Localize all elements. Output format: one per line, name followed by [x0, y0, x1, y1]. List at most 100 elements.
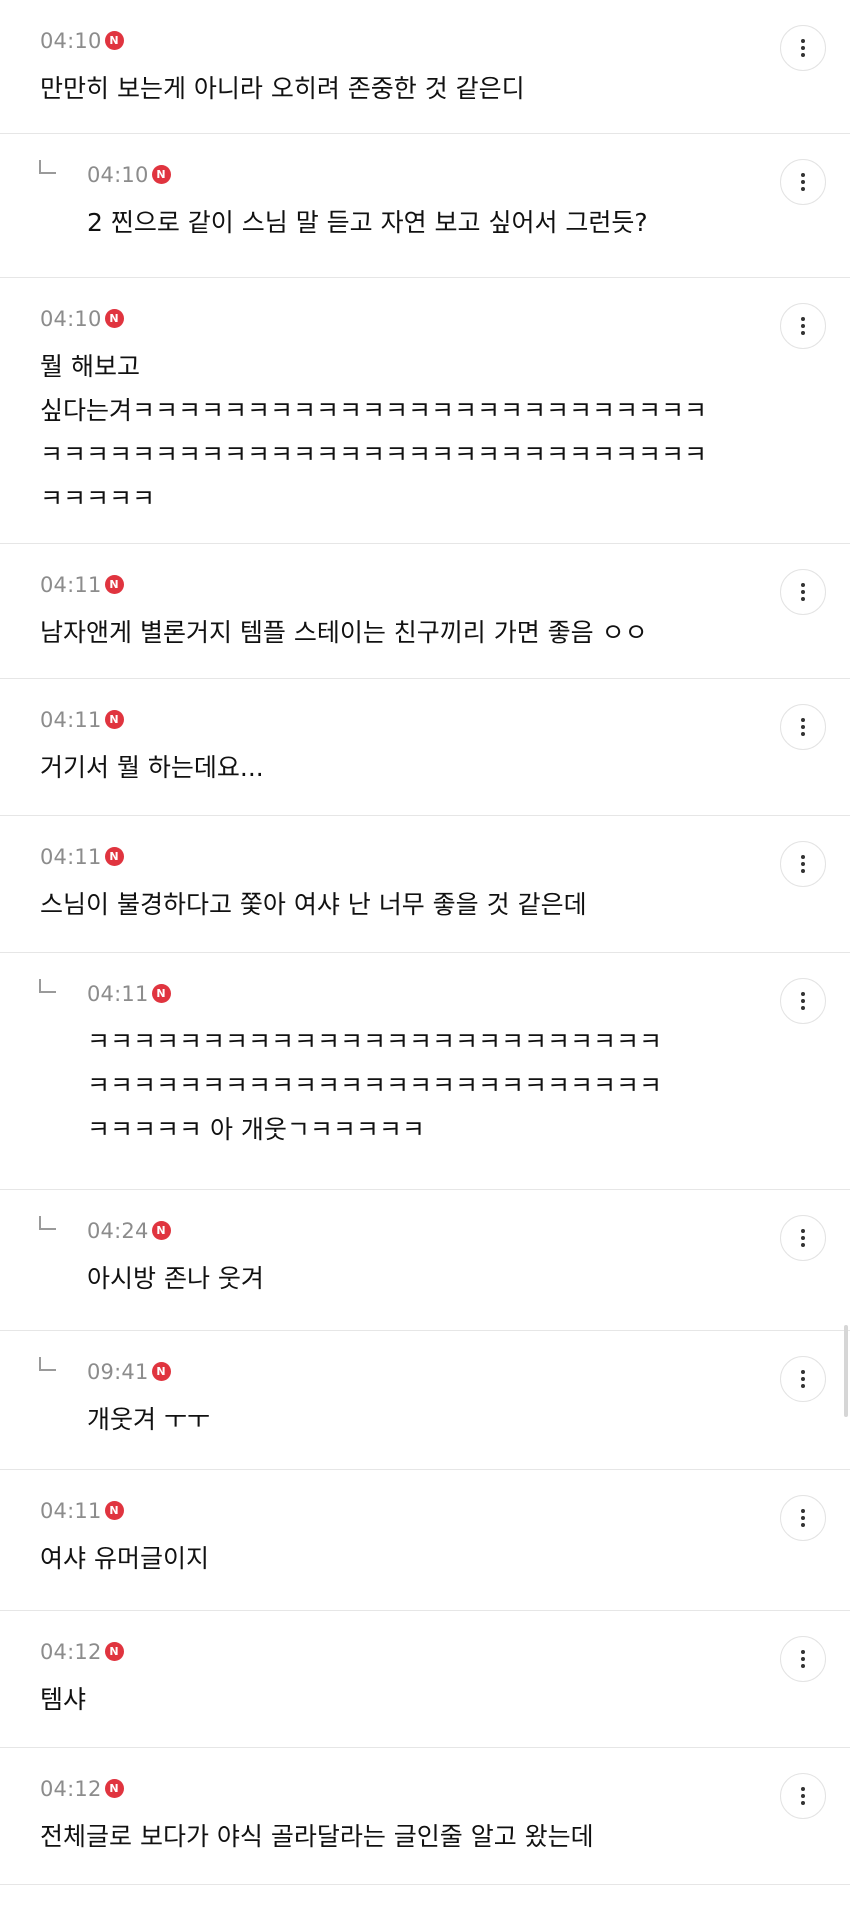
- new-badge: N: [151, 1220, 171, 1240]
- comment-text: ㅋㅋㅋㅋㅋㅋㅋㅋㅋㅋㅋㅋㅋㅋㅋㅋㅋㅋㅋㅋㅋㅋㅋㅋㅋ ㅋㅋㅋㅋㅋㅋㅋㅋㅋㅋㅋㅋㅋㅋ…: [87, 1027, 663, 1144]
- comment-meta: 09:41 N: [87, 1358, 750, 1386]
- comment-time: 04:11: [40, 1499, 102, 1523]
- dot: [801, 1664, 805, 1668]
- more-options-button[interactable]: [780, 1215, 826, 1261]
- dot: [801, 317, 805, 321]
- new-badge: N: [151, 983, 171, 1003]
- comment-meta: 04:10 N: [40, 305, 750, 333]
- dot: [801, 53, 805, 57]
- reply-arrow-icon: [39, 1357, 56, 1371]
- comment: 04:10 N 뭘 해보고 싶다는겨ㅋㅋㅋㅋㅋㅋㅋㅋㅋㅋㅋㅋㅋㅋㅋㅋㅋㅋㅋㅋㅋㅋㅋㅋ…: [0, 278, 850, 544]
- comment-time: 04:10: [40, 29, 102, 53]
- comment-time: 04:11: [40, 708, 102, 732]
- dot: [801, 1377, 805, 1381]
- dot: [801, 180, 805, 184]
- comment-text: 여샤 유머글이지: [40, 1544, 209, 1573]
- dot: [801, 1370, 805, 1374]
- dot: [801, 862, 805, 866]
- reply-comment: 09:41 N 개웃겨 ㅜㅜ: [0, 1331, 850, 1470]
- more-options-button[interactable]: [780, 303, 826, 349]
- more-vertical-icon: [801, 39, 805, 57]
- dot: [801, 725, 805, 729]
- dot: [801, 324, 805, 328]
- dot: [801, 46, 805, 50]
- reply-arrow-icon: [39, 1216, 56, 1230]
- dot: [801, 1801, 805, 1805]
- comment-text: 스님이 불경하다고 쫓아 여샤 난 너무 좋을 것 같은데: [40, 890, 587, 919]
- more-options-button[interactable]: [780, 1356, 826, 1402]
- comment-text: 남자앤게 별론거지 템플 스테이는 친구끼리 가면 좋음 ㅇㅇ: [40, 618, 648, 647]
- dot: [801, 732, 805, 736]
- new-badge: N: [151, 164, 171, 184]
- comment-meta: 04:11 N: [40, 706, 750, 734]
- comment-time: 04:11: [87, 982, 149, 1006]
- comment-meta: 04:12 N: [40, 1638, 750, 1666]
- more-vertical-icon: [801, 718, 805, 736]
- new-badge: N: [151, 1361, 171, 1381]
- more-options-button[interactable]: [780, 25, 826, 71]
- comment: 04:11 N 남자앤게 별론거지 템플 스테이는 친구끼리 가면 좋음 ㅇㅇ: [0, 544, 850, 679]
- comment-time: 04:10: [40, 307, 102, 331]
- dot: [801, 1229, 805, 1233]
- more-options-button[interactable]: [780, 1773, 826, 1819]
- more-vertical-icon: [801, 855, 805, 873]
- comment-meta: 04:11 N: [40, 1497, 750, 1525]
- reply-comment: 04:24 N 아시방 존나 웃겨: [0, 1190, 850, 1331]
- dot: [801, 173, 805, 177]
- comment: 04:11 N 여샤 유머글이지: [0, 1470, 850, 1611]
- comment-text: 아시방 존나 웃겨: [87, 1264, 264, 1293]
- reply-arrow-icon: [39, 160, 56, 174]
- comment-time: 04:24: [87, 1219, 149, 1243]
- comment: 04:12 N 템샤: [0, 1611, 850, 1748]
- more-options-button[interactable]: [780, 159, 826, 205]
- comment-text: 템샤: [40, 1685, 87, 1714]
- comment-text: 개웃겨 ㅜㅜ: [87, 1405, 210, 1434]
- comment-time: 04:10: [87, 163, 149, 187]
- more-options-button[interactable]: [780, 704, 826, 750]
- comment: 04:11 N 스님이 불경하다고 쫓아 여샤 난 너무 좋을 것 같은데: [0, 816, 850, 953]
- new-badge: N: [104, 308, 124, 328]
- dot: [801, 869, 805, 873]
- more-vertical-icon: [801, 992, 805, 1010]
- more-vertical-icon: [801, 173, 805, 191]
- new-badge: N: [104, 574, 124, 594]
- more-options-button[interactable]: [780, 1495, 826, 1541]
- reply-arrow-icon: [39, 979, 56, 993]
- comment-time: 04:11: [40, 573, 102, 597]
- more-options-button[interactable]: [780, 841, 826, 887]
- comment: 04:11 N 거기서 뭘 하는데요...: [0, 679, 850, 816]
- comment-text: 전체글로 보다가 야식 골라달라는 글인줄 알고 왔는데: [40, 1822, 594, 1851]
- comment-meta: 04:10 N: [87, 161, 750, 189]
- dot: [801, 855, 805, 859]
- dot: [801, 597, 805, 601]
- more-vertical-icon: [801, 317, 805, 335]
- dot: [801, 1650, 805, 1654]
- dot: [801, 1243, 805, 1247]
- new-badge: N: [104, 1641, 124, 1661]
- comment-meta: 04:11 N: [40, 843, 750, 871]
- dot: [801, 1523, 805, 1527]
- more-options-button[interactable]: [780, 569, 826, 615]
- scrollbar-thumb[interactable]: [844, 1325, 848, 1417]
- dot: [801, 1006, 805, 1010]
- more-vertical-icon: [801, 1229, 805, 1247]
- dot: [801, 331, 805, 335]
- comment-text: 거기서 뭘 하는데요...: [40, 753, 264, 782]
- comment-list: 04:10 N 만만히 보는게 아니라 오히려 존중한 것 같은디 04:10 N 2 찐…: [0, 0, 850, 1885]
- comment: 04:10 N 만만히 보는게 아니라 오히려 존중한 것 같은디: [0, 0, 850, 134]
- more-options-button[interactable]: [780, 1636, 826, 1682]
- comment-time: 04:12: [40, 1777, 102, 1801]
- comment-time: 04:11: [40, 845, 102, 869]
- more-vertical-icon: [801, 1650, 805, 1668]
- dot: [801, 1657, 805, 1661]
- more-vertical-icon: [801, 1509, 805, 1527]
- dot: [801, 583, 805, 587]
- more-options-button[interactable]: [780, 978, 826, 1024]
- reply-comment: 04:11 N ㅋㅋㅋㅋㅋㅋㅋㅋㅋㅋㅋㅋㅋㅋㅋㅋㅋㅋㅋㅋㅋㅋㅋㅋㅋ ㅋㅋㅋㅋㅋㅋㅋㅋ…: [0, 953, 850, 1190]
- new-badge: N: [104, 709, 124, 729]
- new-badge: N: [104, 30, 124, 50]
- comment-meta: 04:11 N: [87, 980, 750, 1008]
- more-vertical-icon: [801, 1787, 805, 1805]
- comment-text: 2 찐으로 같이 스님 말 듣고 자연 보고 싶어서 그런듯?: [87, 208, 648, 237]
- comment-time: 09:41: [87, 1360, 149, 1384]
